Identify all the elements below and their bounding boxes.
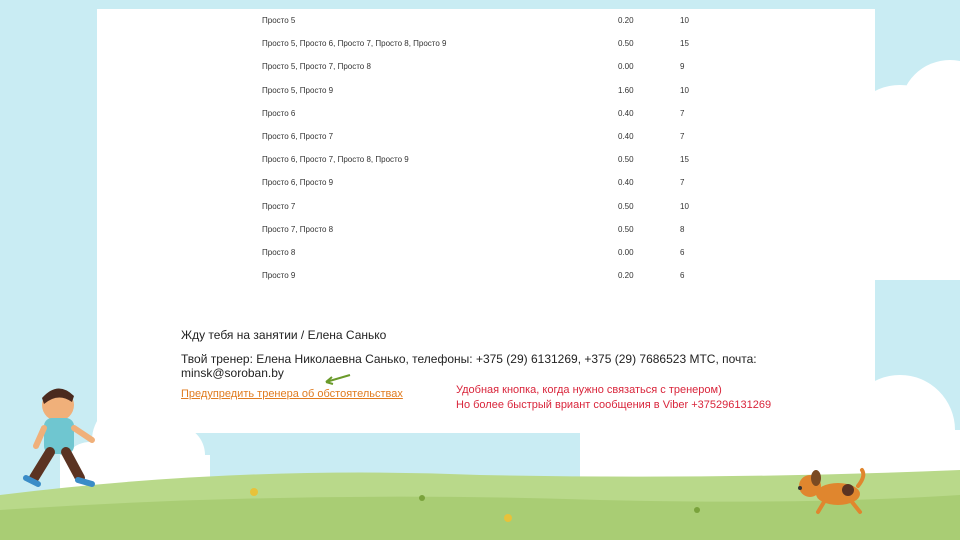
table-row: Просто 5, Просто 9 1.60 10	[262, 86, 722, 100]
row-name: Просто 6, Просто 7, Просто 8, Просто 9	[262, 155, 409, 165]
flower-icon	[250, 488, 258, 496]
row-value: 7	[680, 132, 685, 141]
row-value: 10	[680, 201, 689, 211]
table-row: Просто 6, Просто 7 0.40 7	[262, 132, 722, 146]
flower-icon	[504, 514, 512, 522]
row-value: 9	[680, 62, 685, 72]
row-value: 0.50	[618, 155, 634, 165]
row-value: 10	[680, 16, 689, 25]
row-name: Просто 5, Просто 7, Просто 8	[262, 62, 371, 72]
greeting-text: Жду тебя на занятии / Елена Санько	[181, 328, 387, 342]
row-value: 6	[680, 248, 685, 257]
row-name: Просто 5, Просто 9	[262, 85, 334, 95]
viber-note: Удобная кнопка, когда нужно связаться с …	[456, 383, 771, 413]
row-name: Просто 6, Просто 9	[262, 178, 334, 188]
note-line-1: Удобная кнопка, когда нужно связаться с …	[456, 384, 722, 396]
table-row: Просто 6, Просто 9 0.40 7	[262, 178, 722, 192]
row-value: 7	[680, 178, 685, 188]
row-name: Просто 8	[262, 248, 296, 257]
row-value: 0.20	[618, 271, 634, 281]
row-value: 8	[680, 224, 685, 234]
row-name: Просто 9	[262, 271, 296, 281]
trainer-contacts: Твой тренер: Елена Николаевна Санько, те…	[181, 352, 757, 380]
row-name: Просто 7, Просто 8	[262, 224, 334, 234]
row-value: 0.00	[618, 62, 634, 72]
row-name: Просто 5, Просто 6, Просто 7, Просто 8, …	[262, 39, 447, 49]
row-value: 0.50	[618, 201, 634, 211]
table-row: Просто 9 0.20 6	[262, 271, 722, 285]
row-value: 0.40	[618, 178, 634, 188]
row-value: 0.50	[618, 224, 634, 234]
row-value: 0.20	[618, 16, 634, 25]
table-row: Просто 5 0.20 10	[262, 16, 722, 30]
table-row: Просто 6 0.40 7	[262, 109, 722, 123]
table-row: Просто 6, Просто 7, Просто 8, Просто 9 0.…	[262, 155, 722, 169]
table-row: Просто 7, Просто 8 0.50 8	[262, 225, 722, 239]
row-name: Просто 5	[262, 16, 296, 25]
row-name: Просто 6, Просто 7	[262, 132, 334, 141]
row-value: 0.40	[618, 132, 634, 141]
row-name: Просто 7	[262, 201, 296, 211]
warn-trainer-link[interactable]: Предупредить тренера об обстоятельствах	[181, 388, 403, 400]
table-row: Просто 5, Просто 6, Просто 7, Просто 8, …	[262, 39, 722, 53]
note-line-2: Но более быстрый вриант сообщения в Vibe…	[456, 399, 772, 411]
row-value: 7	[680, 108, 685, 118]
row-value: 0.50	[618, 39, 634, 49]
row-value: 15	[680, 39, 689, 49]
row-value: 15	[680, 155, 689, 165]
row-value: 1.60	[618, 85, 634, 95]
table-row: Просто 5, Просто 7, Просто 8 0.00 9	[262, 62, 722, 76]
row-value: 6	[680, 271, 685, 281]
row-value: 0.40	[618, 108, 634, 118]
table-row: Просто 8 0.00 6	[262, 248, 722, 262]
row-name: Просто 6	[262, 108, 296, 118]
row-value: 10	[680, 85, 689, 95]
row-value: 0.00	[618, 248, 634, 257]
table-row: Просто 7 0.50 10	[262, 202, 722, 216]
